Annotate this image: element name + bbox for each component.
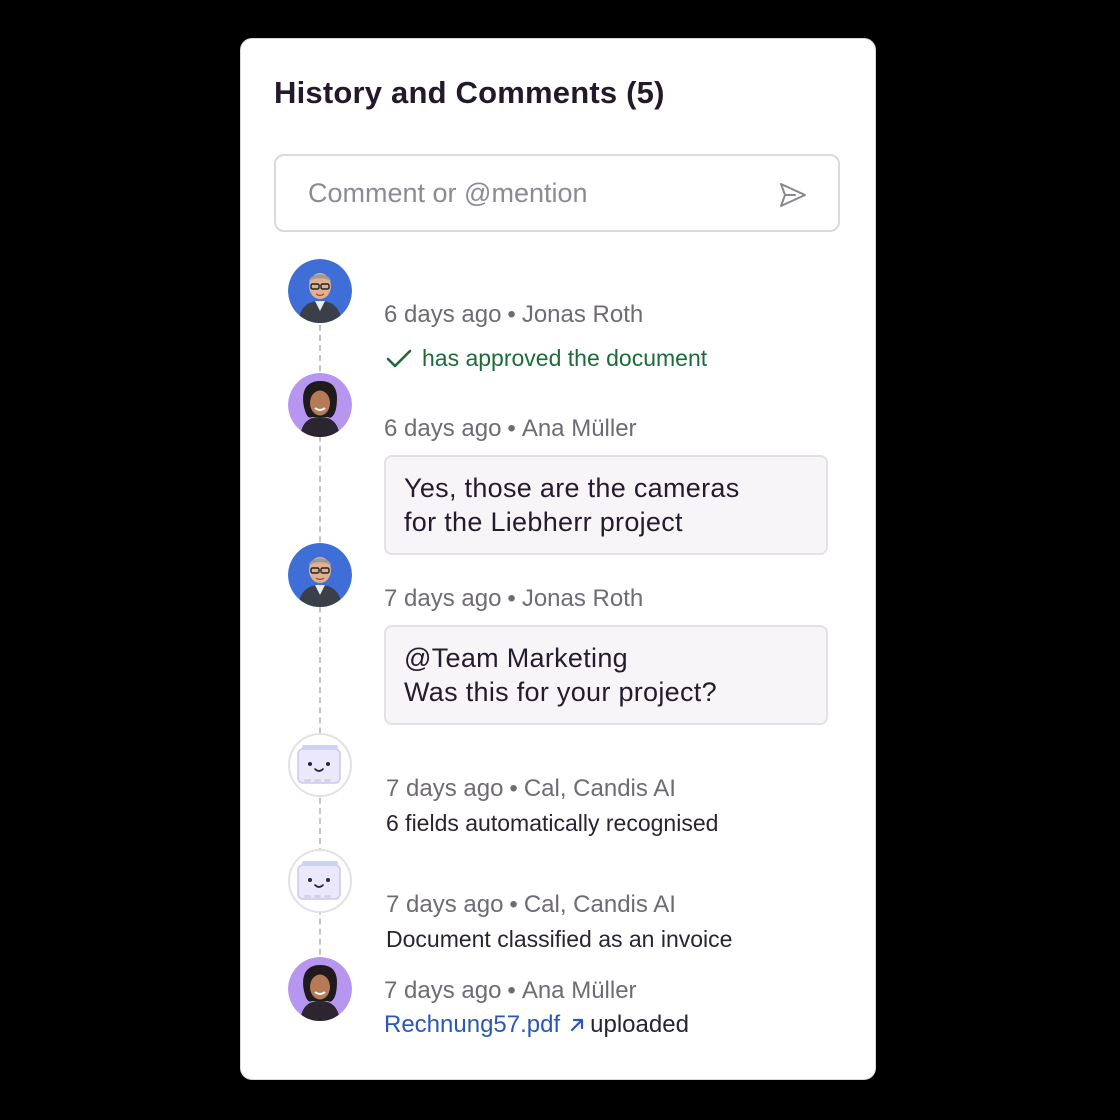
upload-detail: Rechnung57.pdf uploaded [384,1011,689,1039]
avatar-jonas [288,543,352,607]
entry-author: Ana Müller [521,415,637,442]
avatar-candis-ai [288,733,352,797]
entry-detail: Document classified as an invoice [386,926,733,952]
comment-line: Was this for your project? [404,677,717,707]
avatar-ana [288,373,352,437]
comment-bubble: @Team Marketing Was this for your projec… [384,625,828,725]
panel-title: History and Comments (5) [274,75,665,110]
file-name: Rechnung57.pdf [384,1011,561,1038]
entry-detail: 6 fields automatically recognised [386,810,719,836]
person-icon [288,543,352,607]
file-link[interactable]: Rechnung57.pdf [384,1011,590,1038]
entry-time: 7 days ago [384,585,502,612]
entry-meta: 6 days ago • Jonas Roth [384,301,644,328]
avatar-ana [288,957,352,1021]
comment-line: for the Liebherr project [404,507,683,537]
comment-line: @Team Marketing [404,643,628,673]
entry-time: 7 days ago [386,775,504,802]
entry-time: 6 days ago [384,415,502,442]
entry-time: 6 days ago [384,301,502,328]
entry-author: Cal, Candis AI [523,891,676,918]
approval-text: has approved the document [422,345,708,371]
bot-icon [297,745,341,784]
entry-time: 7 days ago [384,977,502,1004]
entry-time: 7 days ago [386,891,504,918]
comment-bubble: Yes, those are the cameras for the Liebh… [384,455,828,555]
entry-meta: 6 days ago • Ana Müller [384,415,637,442]
entry-author: Jonas Roth [521,301,644,328]
send-icon[interactable] [778,180,808,210]
person-icon [288,957,352,1021]
entry-meta: 7 days ago • Cal, Candis AI [386,891,676,918]
person-icon [288,259,352,323]
external-link-icon [571,1018,584,1032]
comment-input[interactable] [308,173,748,213]
entry-author: Ana Müller [521,977,637,1004]
bot-icon [297,861,341,900]
avatar-candis-ai [288,849,352,913]
entry-author: Cal, Candis AI [523,775,676,802]
history-panel: History and Comments (5) 6 days ago•J [240,38,876,1080]
entry-meta: 7 days ago • Jonas Roth [384,585,644,612]
upload-action: uploaded [590,1011,689,1038]
entry-meta: 7 days ago • Cal, Candis AI [386,775,676,802]
comment-line: Yes, those are the cameras [404,473,740,503]
entry-meta: 7 days ago • Ana Müller [384,977,637,1004]
avatar-jonas [288,259,352,323]
comment-box[interactable] [274,154,840,232]
entry-author: Jonas Roth [521,585,644,612]
checkmark-icon [386,349,412,368]
person-icon [288,373,352,437]
approval-status: has approved the document [386,345,707,372]
